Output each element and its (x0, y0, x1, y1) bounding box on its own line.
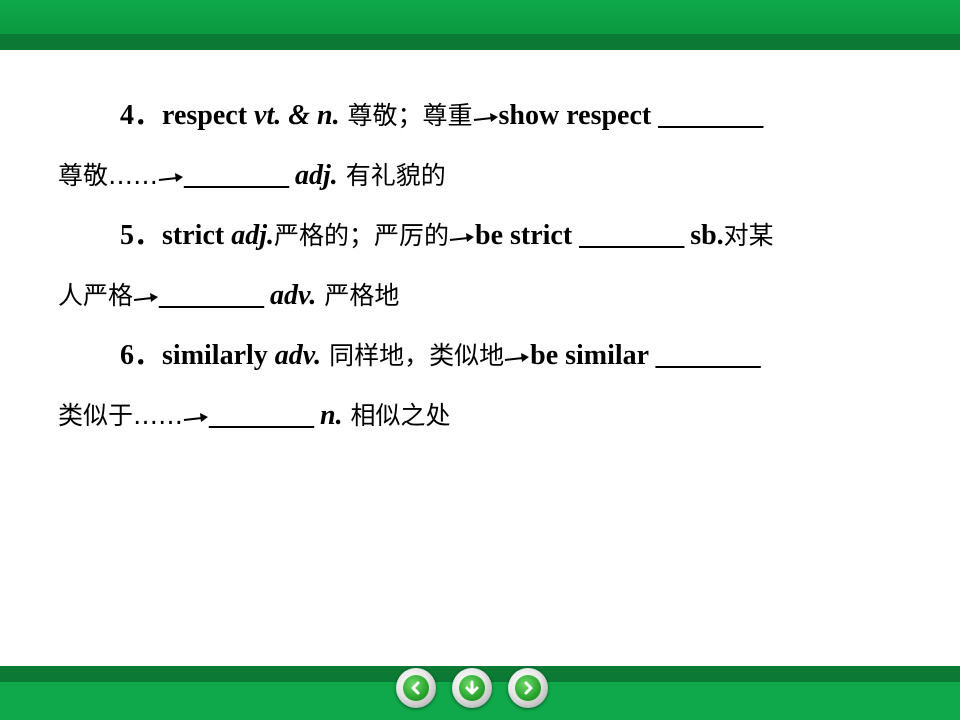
vocab-content: 4．respect vt. & n. 尊敬；尊重 show respect ___… (58, 96, 898, 456)
part-of-speech: n. (313, 400, 343, 431)
part-of-speech: adv. (274, 340, 322, 371)
next-button-disc (515, 675, 541, 701)
meaning: 严格地 (316, 281, 400, 310)
vocab-line: 类似于…… ________ n. 相似之处 (58, 396, 898, 456)
vocab-line: 5．strict adj.严格的；严厉的 be strict ________ s… (58, 216, 898, 276)
fill-blank: ________ (184, 160, 289, 191)
previous-button-disc (403, 675, 429, 701)
phrase: show respect (498, 100, 659, 131)
meaning: 尊敬；尊重 (339, 101, 473, 130)
part-of-speech: vt. & n. (254, 100, 340, 131)
arrow-right-icon (524, 681, 533, 695)
meaning: 有礼貌的 (337, 161, 446, 190)
meaning: 类似于…… (58, 401, 184, 430)
meaning: 同样地，类似地 (321, 341, 505, 370)
meaning: 尊敬…… (58, 161, 159, 190)
phrase: sb. (683, 220, 724, 251)
arrow-left-icon (411, 681, 420, 695)
top-banner (0, 0, 960, 50)
item-number: 4． (120, 100, 163, 131)
arrow-right-icon (133, 292, 159, 302)
part-of-speech: adj. (288, 160, 338, 191)
item-number: 5． (120, 220, 163, 251)
fill-blank: ________ (579, 220, 684, 251)
fill-blank: ________ (209, 400, 314, 431)
arrow-down-icon (465, 680, 479, 695)
down-button[interactable] (452, 668, 492, 708)
fill-blank: ________ (655, 340, 761, 371)
meaning: 相似之处 (342, 401, 451, 430)
vocab-line: 尊敬…… ________ adj. 有礼貌的 (58, 156, 898, 216)
headword: similarly (162, 340, 275, 371)
vocab-line: 人严格 ________ adv. 严格地 (58, 276, 898, 336)
part-of-speech: adv. (263, 280, 317, 311)
arrow-right-icon (183, 412, 209, 422)
phrase: be strict (475, 220, 580, 251)
vocab-line: 6．similarly adv. 同样地，类似地 be similar _____… (58, 336, 898, 396)
top-banner-shade (0, 34, 960, 50)
meaning: 人严格 (58, 281, 134, 310)
phrase: be similar (530, 340, 656, 371)
headword: strict (162, 220, 232, 251)
arrow-right-icon (449, 232, 474, 242)
arrow-right-icon (505, 352, 530, 362)
item-number: 6． (120, 340, 163, 371)
down-button-disc (459, 675, 485, 701)
previous-button[interactable] (396, 668, 436, 708)
arrow-right-icon (473, 112, 498, 122)
vocab-line: 4．respect vt. & n. 尊敬；尊重 show respect ___… (58, 96, 898, 156)
next-button[interactable] (508, 668, 548, 708)
arrow-right-icon (158, 172, 184, 182)
meaning: 严格的；严厉的 (273, 221, 449, 250)
fill-blank: ________ (159, 280, 264, 311)
part-of-speech: adj. (231, 220, 274, 251)
headword: respect (162, 100, 255, 131)
fill-blank: ________ (658, 100, 763, 131)
meaning: 对某 (723, 221, 774, 250)
